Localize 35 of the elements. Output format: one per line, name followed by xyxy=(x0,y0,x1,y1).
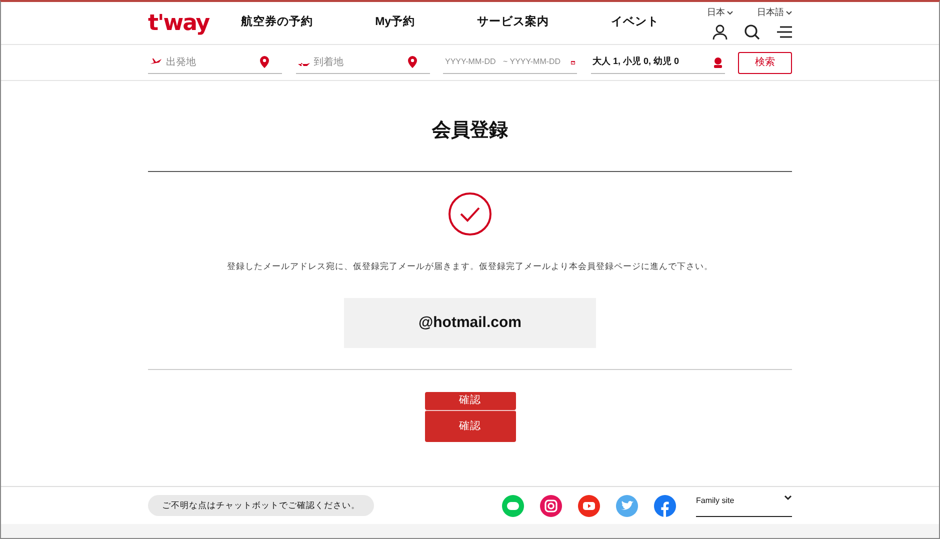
confirmation-message: 登録したメールアドレス宛に、仮登録完了メールが届きます。仮登録完了メールより本会員登録ページに進んで下さい。 xyxy=(226,260,714,272)
country-select[interactable]: 日本 xyxy=(707,6,733,20)
caret-icon xyxy=(784,494,792,501)
youtube-icon[interactable] xyxy=(578,494,600,517)
email-display: @hotmail.com xyxy=(344,298,596,348)
departure-field[interactable]: 出発地 xyxy=(166,54,256,70)
nav-link[interactable]: My予約 xyxy=(375,14,416,32)
caret-icon xyxy=(786,10,792,15)
chatbot-link[interactable]: ご不明な点はチャットボットでご確認ください。 xyxy=(148,495,374,516)
start-date-field[interactable]: YYYY-MM-DD xyxy=(445,56,499,68)
passenger-field[interactable]: 大人 1, 小児 0, 幼児 0 xyxy=(590,52,724,74)
menu-icon[interactable] xyxy=(776,24,792,40)
family-site-select[interactable]: Family site xyxy=(696,494,792,517)
caret-icon xyxy=(727,10,733,15)
nav-link[interactable]: 航空券の予約 xyxy=(241,14,314,32)
logo[interactable]: t'way xyxy=(148,6,210,40)
nav-link[interactable]: サービス案内 xyxy=(477,14,550,32)
search-icon[interactable] xyxy=(744,24,760,40)
user-icon[interactable] xyxy=(712,24,728,40)
language-select[interactable]: 日本語 xyxy=(757,6,792,20)
end-date-field[interactable]: ~ YYYY-MM-DD xyxy=(503,56,567,68)
person-icon xyxy=(712,56,722,68)
takeoff-icon xyxy=(150,58,162,66)
location-pin-icon xyxy=(408,56,416,68)
location-pin-icon xyxy=(260,56,269,68)
page-title: 会員登録 xyxy=(430,119,509,143)
search-button[interactable]: 検索 xyxy=(738,52,792,74)
facebook-icon[interactable] xyxy=(654,494,676,517)
confirm-button[interactable]: 確認 xyxy=(424,410,516,442)
instagram-icon[interactable] xyxy=(540,494,562,517)
check-circle-icon xyxy=(448,192,492,236)
nav-link[interactable]: イベント xyxy=(610,14,659,32)
confirm-button[interactable]: 確認 xyxy=(424,392,516,410)
twitter-icon[interactable] xyxy=(616,494,638,517)
arrival-field[interactable]: 到着地 xyxy=(314,54,404,70)
